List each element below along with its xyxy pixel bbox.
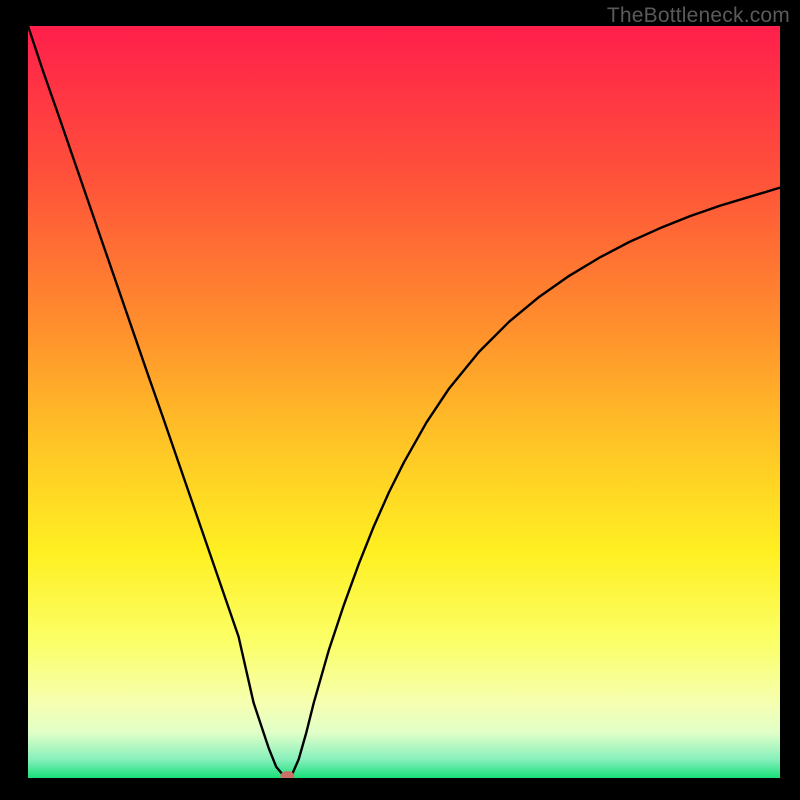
- plot-area: [28, 26, 780, 778]
- gradient-background: [28, 26, 780, 778]
- chart-frame: TheBottleneck.com: [0, 0, 800, 800]
- watermark-text: TheBottleneck.com: [607, 4, 790, 28]
- bottleneck-chart: [28, 26, 780, 778]
